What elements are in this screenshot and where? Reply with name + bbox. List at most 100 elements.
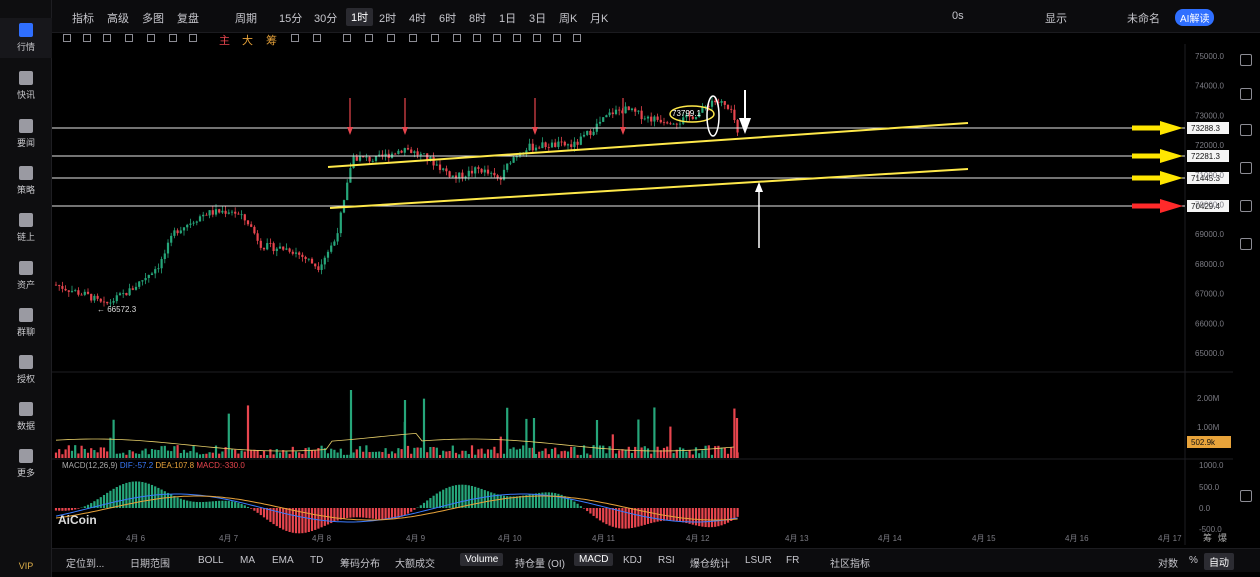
volume-bar bbox=[704, 445, 707, 458]
volume-bar bbox=[426, 452, 429, 458]
candle-body bbox=[582, 134, 586, 137]
indicator-ema[interactable]: EMA bbox=[272, 555, 294, 566]
candle-body bbox=[432, 156, 435, 166]
volume-bar bbox=[195, 452, 198, 458]
macd-histogram-bar bbox=[205, 501, 208, 508]
volume-bar bbox=[192, 446, 195, 458]
volume-bar bbox=[586, 453, 589, 458]
macd-histogram-bar bbox=[544, 492, 547, 508]
macd-histogram-bar bbox=[173, 496, 176, 508]
candle-body bbox=[650, 116, 653, 122]
volume-bar bbox=[368, 452, 371, 458]
candle-body bbox=[451, 175, 454, 177]
volume-bar bbox=[602, 445, 605, 458]
candle-body bbox=[336, 233, 339, 242]
volume-bar bbox=[106, 451, 109, 458]
macd-histogram-bar bbox=[595, 508, 598, 519]
macd-histogram-bar bbox=[502, 495, 506, 508]
price-chart[interactable]: 73288.372281.371445.370429.4 75000.07400… bbox=[0, 0, 1260, 577]
volume-bar bbox=[701, 450, 704, 458]
volume-bar bbox=[445, 451, 448, 458]
macd-histogram-bar bbox=[624, 508, 627, 529]
volume-bar bbox=[723, 447, 726, 458]
subchart-fr[interactable]: FR bbox=[786, 555, 799, 566]
volume-bar bbox=[493, 446, 496, 458]
percent-scale-toggle[interactable]: % bbox=[1189, 555, 1198, 566]
volume-bar bbox=[541, 450, 544, 458]
volume-bar bbox=[64, 449, 67, 458]
macd-histogram-bar bbox=[106, 492, 109, 508]
macd-histogram-bar bbox=[461, 484, 464, 508]
subchart-liquidation[interactable]: 爆仓统计 bbox=[690, 555, 730, 570]
indicator-boll[interactable]: BOLL bbox=[198, 555, 224, 566]
down-arrow-head bbox=[620, 127, 626, 135]
subchart-volume[interactable]: Volume bbox=[460, 553, 504, 566]
volume-bar bbox=[532, 418, 536, 458]
candle-body bbox=[202, 214, 205, 217]
macd-histogram-bar bbox=[550, 492, 554, 508]
indicator-td[interactable]: TD bbox=[310, 555, 323, 566]
macd-histogram-bar bbox=[214, 501, 218, 508]
candle-body bbox=[310, 258, 314, 264]
candle-body bbox=[141, 280, 144, 282]
volume-current-label: 502.9k bbox=[1191, 438, 1216, 447]
macd-histogram-bar bbox=[432, 495, 435, 508]
candle-body bbox=[410, 149, 413, 153]
volume-bar bbox=[346, 454, 349, 458]
macd-histogram-bar bbox=[707, 508, 710, 528]
volume-bar bbox=[688, 450, 691, 458]
level-pointer-arrow bbox=[1132, 153, 1160, 159]
candle-body bbox=[211, 210, 214, 215]
locate-button[interactable]: 定位到... bbox=[66, 555, 104, 570]
volume-bar bbox=[342, 454, 346, 458]
subchart-lsur[interactable]: LSUR bbox=[745, 555, 772, 566]
community-indicators[interactable]: 社区指标 bbox=[830, 555, 870, 570]
volume-bar bbox=[547, 454, 550, 458]
volume-bar bbox=[448, 451, 451, 458]
volume-bar bbox=[144, 448, 147, 458]
volume-bar bbox=[618, 450, 621, 458]
log-scale-toggle[interactable]: 对数 bbox=[1158, 555, 1178, 570]
subchart-oi[interactable]: 持仓量 (OI) bbox=[515, 555, 565, 570]
candle-body bbox=[256, 233, 259, 241]
macd-histogram-bar bbox=[243, 505, 246, 508]
candle-body bbox=[144, 277, 147, 281]
macd-histogram-bar bbox=[285, 508, 288, 531]
macd-histogram-bar bbox=[157, 487, 160, 508]
macd-histogram-bar bbox=[736, 508, 739, 517]
volume-bar bbox=[314, 450, 317, 458]
candle-body bbox=[205, 214, 208, 216]
auto-scale-toggle[interactable]: 自动 bbox=[1204, 553, 1234, 570]
candle-body bbox=[170, 235, 173, 243]
candle-body bbox=[714, 100, 717, 103]
price-tag-label: 72281.3 bbox=[1191, 152, 1220, 161]
volume-bar bbox=[557, 454, 560, 458]
volume-bar bbox=[339, 448, 342, 458]
indicator-ma[interactable]: MA bbox=[240, 555, 255, 566]
indicator-large-trades[interactable]: 大额成交 bbox=[395, 555, 435, 570]
high-label: 73799.1 bbox=[672, 109, 701, 118]
macd-histogram-bar bbox=[698, 508, 701, 527]
macd-histogram-bar bbox=[192, 501, 195, 508]
candle-body bbox=[166, 242, 170, 254]
volume-bar bbox=[77, 453, 80, 458]
date-range-dropdown[interactable]: 日期范围 bbox=[130, 555, 170, 570]
indicator-chips[interactable]: 筹码分布 bbox=[340, 555, 380, 570]
macd-histogram-bar bbox=[150, 484, 154, 508]
volume-bar bbox=[294, 451, 298, 458]
macd-histogram-bar bbox=[720, 508, 723, 526]
volume-bar bbox=[730, 447, 733, 458]
volume-bar bbox=[595, 420, 599, 458]
macd-histogram-bar bbox=[138, 481, 141, 508]
candle-body bbox=[509, 162, 512, 164]
subchart-kdj[interactable]: KDJ bbox=[623, 555, 642, 566]
volume-bar bbox=[112, 419, 115, 458]
subchart-rsi[interactable]: RSI bbox=[658, 555, 675, 566]
subchart-macd[interactable]: MACD bbox=[574, 553, 614, 566]
macd-histogram-bar bbox=[221, 500, 224, 508]
candle-body bbox=[659, 119, 662, 123]
macd-histogram-bar bbox=[486, 491, 490, 508]
candle-body bbox=[112, 301, 115, 303]
candle-body bbox=[515, 156, 518, 158]
candle-body bbox=[374, 156, 378, 161]
